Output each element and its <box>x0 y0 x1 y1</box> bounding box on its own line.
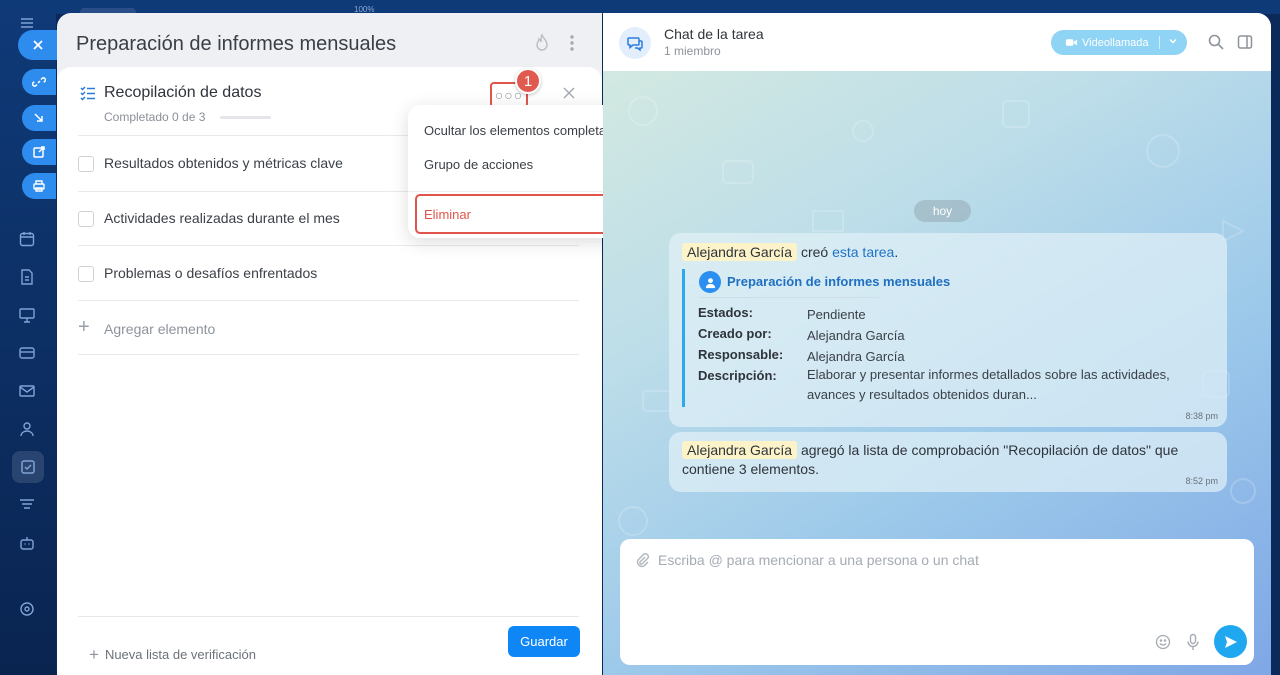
message-input[interactable] <box>658 550 1218 570</box>
quote-key: Descripción: <box>698 368 777 383</box>
card-icon[interactable] <box>16 342 38 364</box>
send-icon <box>1224 635 1237 648</box>
plus-icon: + <box>78 316 90 338</box>
message-tail: . <box>894 244 899 260</box>
quote-value: Pendiente <box>807 307 866 322</box>
microphone-icon[interactable] <box>1185 633 1201 651</box>
step-badge-1: 1 <box>515 68 541 94</box>
video-call-button[interactable]: Videollamada <box>1051 30 1187 55</box>
checklist-progress-bar <box>220 116 271 119</box>
checklist-item[interactable]: Problemas o desafíos enfrentados <box>78 247 579 301</box>
author-name[interactable]: Alejandra García <box>682 243 798 261</box>
settings-icon[interactable] <box>16 598 38 620</box>
message-time: 8:38 pm <box>1185 411 1218 421</box>
quote-divider <box>699 297 879 298</box>
open-new-window-icon[interactable] <box>22 139 56 165</box>
checkbox[interactable] <box>78 156 94 172</box>
message-verb: creó <box>800 244 829 260</box>
video-camera-icon <box>1065 39 1078 46</box>
author-name[interactable]: Alejandra García <box>682 441 798 459</box>
quote-key: Responsable: <box>698 347 784 362</box>
quote-key: Creado por: <box>698 326 772 341</box>
chat-panel: Chat de la tarea 1 miembro Videollamada … <box>603 13 1271 675</box>
date-separator: hoy <box>914 200 971 222</box>
print-icon[interactable] <box>22 173 56 199</box>
document-icon[interactable] <box>16 266 38 288</box>
quote-task-title[interactable]: Preparación de informes mensuales <box>727 274 950 289</box>
checklist-title[interactable]: Recopilación de datos <box>104 84 261 102</box>
copy-link-icon[interactable] <box>22 69 56 95</box>
close-slider-button[interactable] <box>18 30 58 60</box>
plus-icon: + <box>89 645 99 664</box>
message-time: 8:52 pm <box>1185 476 1218 486</box>
flame-icon[interactable] <box>533 33 551 53</box>
menu-item-label: Eliminar <box>424 207 471 222</box>
chat-icon <box>619 27 651 59</box>
close-icon[interactable] <box>560 84 578 102</box>
system-message: Alejandra García agregó la lista de comp… <box>669 432 1227 492</box>
quote-key: Estados: <box>698 305 753 320</box>
paperclip-icon[interactable] <box>634 552 650 568</box>
emoji-icon[interactable] <box>1155 634 1171 650</box>
chat-members[interactable]: 1 miembro <box>664 44 721 58</box>
more-vertical-icon[interactable] <box>563 33 581 53</box>
chat-title: Chat de la tarea <box>664 26 764 42</box>
quote-value: Alejandra García <box>807 328 905 343</box>
message-line: Alejandra García creó esta tarea. <box>682 243 899 261</box>
top-strip: 100% <box>56 0 1280 16</box>
add-item-label: Agregar elemento <box>104 321 216 337</box>
divider <box>78 354 579 355</box>
divider <box>78 300 579 301</box>
contacts-icon[interactable] <box>16 418 38 440</box>
sidebar-toggle-icon[interactable] <box>1236 33 1254 51</box>
quote-value: Elaborar y presentar informes detallados… <box>807 367 1170 402</box>
save-button[interactable]: Guardar <box>508 626 580 657</box>
video-call-label: Videollamada <box>1082 36 1149 49</box>
checkbox[interactable] <box>78 266 94 282</box>
menu-item-label: Ocultar los elementos completados <box>424 123 628 138</box>
checklist-item-label: Problemas o desafíos enfrentados <box>104 265 318 281</box>
message-composer <box>620 539 1254 665</box>
footer-divider <box>78 616 579 617</box>
message-text: Alejandra García agregó la lista de comp… <box>682 441 1202 479</box>
robot-icon[interactable] <box>16 532 38 554</box>
chat-header: Chat de la tarea 1 miembro Videollamada <box>603 13 1271 71</box>
system-message: Alejandra García creó esta tarea. Prepar… <box>669 233 1227 427</box>
minimize-icon[interactable] <box>22 105 56 131</box>
app-sidebar <box>0 0 58 675</box>
tasks-icon[interactable] <box>12 451 44 483</box>
quote-value: Alejandra García <box>807 349 905 364</box>
send-button[interactable] <box>1214 625 1247 658</box>
checklist-progress-text: Completado 0 de 3 <box>104 110 206 124</box>
checkbox[interactable] <box>78 211 94 227</box>
new-checklist-label: Nueva lista de verificación <box>104 647 256 662</box>
add-item-button[interactable]: + Agregar elemento <box>78 313 378 343</box>
divider <box>78 245 579 246</box>
task-title: Preparación de informes mensuales <box>76 33 397 55</box>
checklist-icon <box>79 84 97 102</box>
checklist-item-label: Actividades realizadas durante el mes <box>104 210 340 226</box>
search-icon[interactable] <box>1207 33 1225 51</box>
checklist-item-label: Resultados obtenidos y métricas clave <box>104 155 343 171</box>
new-checklist-button[interactable]: + Nueva lista de verificación <box>89 645 256 665</box>
calendar-icon[interactable] <box>16 228 38 250</box>
chevron-down-icon[interactable] <box>1167 35 1179 47</box>
filter-icon[interactable] <box>16 494 38 516</box>
presentation-icon[interactable] <box>16 304 38 326</box>
mail-icon[interactable] <box>16 380 38 402</box>
task-link[interactable]: esta tarea <box>832 244 894 260</box>
task-quote: Preparación de informes mensuales Estado… <box>682 269 1202 407</box>
menu-item-label: Grupo de acciones <box>424 157 534 172</box>
user-icon <box>699 271 721 293</box>
